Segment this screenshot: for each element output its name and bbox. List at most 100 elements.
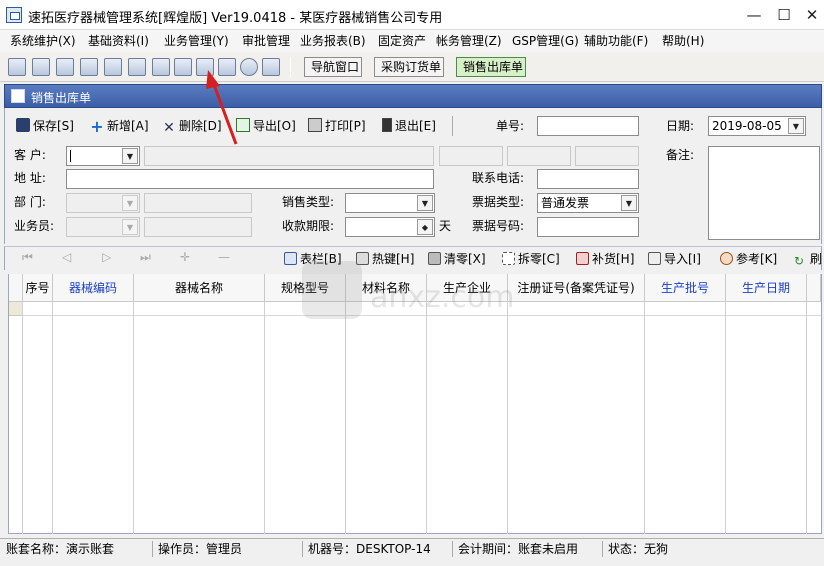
edit-doc-icon[interactable]	[104, 58, 122, 76]
panel-title: 销售出库单	[31, 91, 92, 105]
chevron-down-icon[interactable]: ▼	[122, 219, 138, 235]
menu-gsp[interactable]: GSP管理(G)	[512, 32, 579, 50]
remove-row-icon[interactable]: —	[218, 250, 230, 264]
customer-code-select[interactable]: ▼	[66, 146, 140, 166]
column-header-prod-date[interactable]: 生产日期	[726, 274, 807, 302]
minimize-button[interactable]: —	[742, 4, 766, 26]
chevron-down-icon[interactable]: ▼	[621, 195, 637, 211]
menu-system-maintenance[interactable]: 系统维护(X)	[10, 32, 76, 50]
windows-icon[interactable]	[56, 58, 74, 76]
date-value: 2019-08-05	[712, 119, 782, 133]
chevron-down-icon[interactable]: ▼	[788, 118, 804, 134]
exit-door-icon	[382, 118, 392, 132]
import-button[interactable]: 导入[I]	[648, 250, 701, 267]
exit-label: 退出[E]	[395, 119, 436, 133]
sales-out-button[interactable]: 销售出库单	[456, 57, 526, 77]
department-name-field	[144, 193, 252, 213]
date-label: 日期:	[666, 119, 695, 133]
status-separator	[452, 541, 453, 557]
grid-col-line	[265, 302, 346, 534]
transfer-icon[interactable]	[152, 58, 170, 76]
maximize-button[interactable]: ☐	[772, 4, 796, 26]
phone-field[interactable]	[537, 169, 639, 189]
chevron-down-icon[interactable]: ▼	[417, 195, 433, 211]
tools-icon[interactable]	[128, 58, 146, 76]
chevron-down-icon[interactable]: ▼	[122, 195, 138, 211]
exit-action[interactable]: 退出[E]	[382, 117, 436, 135]
search-doc-icon[interactable]	[80, 58, 98, 76]
nav-window-button[interactable]: 导航窗口	[304, 57, 362, 77]
invoice-type-value: 普通发票	[541, 196, 590, 210]
grid-col-line	[134, 302, 265, 534]
save-label: 保存[S]	[33, 119, 74, 133]
watermark-logo: anxz.com	[302, 261, 515, 319]
menu-fixed-assets[interactable]: 固定资产	[378, 32, 426, 50]
invoice-no-label: 票据号码:	[472, 219, 525, 233]
main-toolbar: 导航窗口 采购订货单 销售出库单	[0, 52, 824, 82]
print-label: 打印[P]	[325, 119, 366, 133]
column-header-seq[interactable]: 序号	[23, 274, 53, 302]
reference-button[interactable]: 参考[K]	[720, 250, 777, 267]
status-operator: 操作员：管理员	[158, 542, 243, 556]
date-field[interactable]: 2019-08-05 ▼	[708, 116, 806, 136]
status-separator	[302, 541, 303, 557]
order-no-field[interactable]	[537, 116, 639, 136]
next-record-icon[interactable]: ▷	[102, 250, 111, 264]
print-action[interactable]: 打印[P]	[308, 117, 366, 135]
form-icon[interactable]	[32, 58, 50, 76]
import-label: 导入[I]	[664, 252, 701, 266]
column-header-device-name[interactable]: 器械名称	[134, 274, 265, 302]
column-header-batch[interactable]: 生产批号	[645, 274, 726, 302]
menu-approval[interactable]: 审批管理	[242, 32, 290, 50]
menu-accounts[interactable]: 帐务管理(Z)	[436, 32, 502, 50]
refresh-button[interactable]: ↻ 刷	[794, 250, 822, 268]
grid-col-line	[726, 302, 807, 534]
grid-col-line	[508, 302, 645, 534]
restock-button[interactable]: 补货[H]	[576, 250, 634, 267]
watermark-text: anxz.com	[370, 280, 515, 315]
remark-field[interactable]	[708, 146, 820, 240]
prev-record-icon[interactable]: ◁	[62, 250, 71, 264]
add-action[interactable]: + 新增[A]	[90, 117, 148, 135]
grid-col-line	[427, 302, 508, 534]
status-period: 会计期间：账套未启用	[458, 542, 579, 556]
spin-icon[interactable]: ◆	[417, 219, 433, 235]
monitor-icon[interactable]	[174, 58, 192, 76]
term-label: 收款期限:	[282, 219, 335, 233]
salesman-name-field	[144, 217, 252, 237]
exit-door-icon[interactable]	[262, 58, 280, 76]
term-stepper[interactable]: ◆	[345, 217, 435, 237]
invoice-no-field[interactable]	[537, 217, 639, 237]
purchase-order-button[interactable]: 采购订货单	[374, 57, 444, 77]
grid-col-line	[645, 302, 726, 534]
import-icon	[648, 252, 661, 265]
text-cursor	[70, 150, 71, 162]
invoice-type-select[interactable]: 普通发票 ▼	[537, 193, 639, 213]
menu-business-management[interactable]: 业务管理(Y)	[164, 32, 229, 50]
save-action[interactable]: 保存[S]	[16, 117, 74, 135]
column-header-device-code[interactable]: 器械编码	[53, 274, 134, 302]
customer-info-field-3	[575, 146, 639, 166]
salesman-select[interactable]: ▼	[66, 217, 140, 237]
sale-type-select[interactable]: ▼	[345, 193, 435, 213]
menu-basic-data[interactable]: 基础资料(I)	[88, 32, 149, 50]
first-record-icon[interactable]: ⏮	[22, 250, 33, 265]
window-title: 速拓医疗器械管理系统[辉煌版] Ver19.0418 - 某医疗器械销售公司专用	[28, 11, 443, 26]
department-label: 部 门:	[14, 195, 46, 209]
menu-help[interactable]: 帮助(H)	[662, 32, 704, 50]
last-record-icon[interactable]: ⏭	[140, 250, 151, 265]
grid-icon[interactable]	[8, 58, 26, 76]
menu-auxiliary[interactable]: 辅助功能(F)	[584, 32, 648, 50]
grid-col-line	[23, 302, 53, 534]
refresh-icon: ↻	[794, 254, 805, 268]
salesman-label: 业务员:	[14, 219, 55, 233]
department-select[interactable]: ▼	[66, 193, 140, 213]
add-row-icon[interactable]: ✛	[180, 250, 190, 264]
menu-business-reports[interactable]: 业务报表(B)	[300, 32, 366, 50]
chevron-down-icon[interactable]: ▼	[122, 148, 138, 164]
annotation-arrow	[206, 70, 238, 145]
grid-corner	[9, 274, 23, 302]
close-button[interactable]: ✕	[800, 4, 824, 26]
sale-type-label: 销售类型:	[282, 195, 335, 209]
address-field[interactable]	[66, 169, 434, 189]
